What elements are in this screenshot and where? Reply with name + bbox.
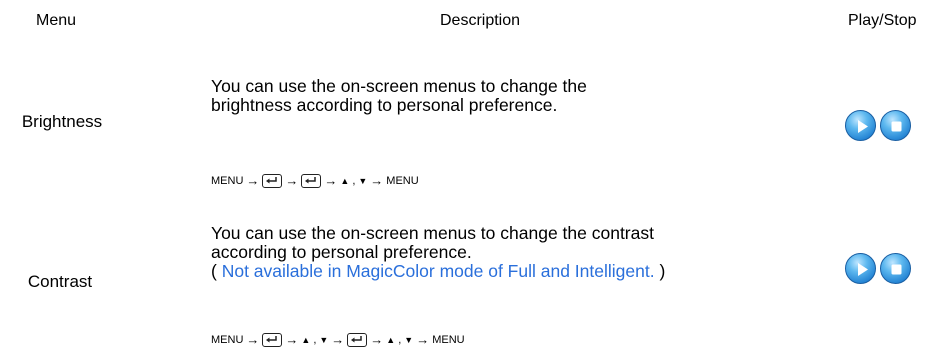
note-paren-open: ( [211, 261, 222, 281]
play-stop-controls-brightness [845, 110, 911, 141]
stop-icon [891, 121, 902, 132]
menu-key-label: MENU [211, 174, 244, 187]
description-brightness: You can use the on-screen menus to chang… [211, 77, 587, 115]
header-menu: Menu [36, 12, 77, 29]
arrow-icon: → [246, 332, 260, 347]
arrow-icon: → [246, 173, 260, 188]
comma: , [313, 333, 317, 346]
description-line: according to personal preference. [211, 242, 472, 262]
stop-button[interactable] [880, 110, 911, 141]
description-contrast: You can use the on-screen menus to chang… [211, 224, 665, 281]
key-sequence-brightness: MENU → → → ▲ , ▼ → MENU [211, 173, 419, 188]
play-stop-controls-contrast [845, 253, 911, 284]
comma: , [398, 333, 402, 346]
menu-key-label: MENU [386, 174, 419, 187]
arrow-icon: → [324, 173, 338, 188]
menu-item-contrast: Contrast [27, 272, 93, 291]
header-play-stop: Play/Stop [848, 12, 917, 29]
enter-key-icon [262, 173, 283, 188]
note-text: Not available in MagicColor mode of Full… [221, 261, 655, 281]
play-icon [858, 263, 868, 276]
menu-key-label: MENU [432, 333, 465, 346]
arrow-icon: → [285, 332, 299, 347]
down-key-icon: ▼ [358, 175, 368, 186]
arrow-icon: → [370, 173, 384, 188]
stop-icon [891, 264, 902, 275]
play-button[interactable] [845, 253, 876, 284]
availability-note: ( Not available in MagicColor mode of Fu… [211, 262, 665, 281]
key-sequence-contrast: MENU → → ▲ , ▼ → → ▲ , ▼ → MENU [211, 332, 465, 347]
enter-key-icon [347, 332, 368, 347]
play-button[interactable] [845, 110, 876, 141]
arrow-icon: → [416, 332, 430, 347]
up-key-icon: ▲ [340, 175, 350, 186]
arrow-icon: → [370, 332, 384, 347]
comma: , [352, 174, 356, 187]
play-icon [858, 120, 868, 133]
menu-key-label: MENU [211, 333, 244, 346]
down-key-icon: ▼ [319, 334, 329, 345]
arrow-icon: → [331, 332, 345, 347]
up-key-icon: ▲ [386, 334, 396, 345]
description-line: You can use the on-screen menus to chang… [211, 223, 654, 243]
enter-key-icon [301, 173, 322, 188]
stop-button[interactable] [880, 253, 911, 284]
up-key-icon: ▲ [301, 334, 311, 345]
description-line: You can use the on-screen menus to chang… [211, 76, 587, 96]
description-line: brightness according to personal prefere… [211, 95, 558, 115]
down-key-icon: ▼ [404, 334, 414, 345]
menu-item-brightness: Brightness [21, 112, 103, 131]
header-description: Description [440, 12, 521, 29]
note-paren-close: ) [654, 261, 666, 281]
enter-key-icon [262, 332, 283, 347]
arrow-icon: → [285, 173, 299, 188]
